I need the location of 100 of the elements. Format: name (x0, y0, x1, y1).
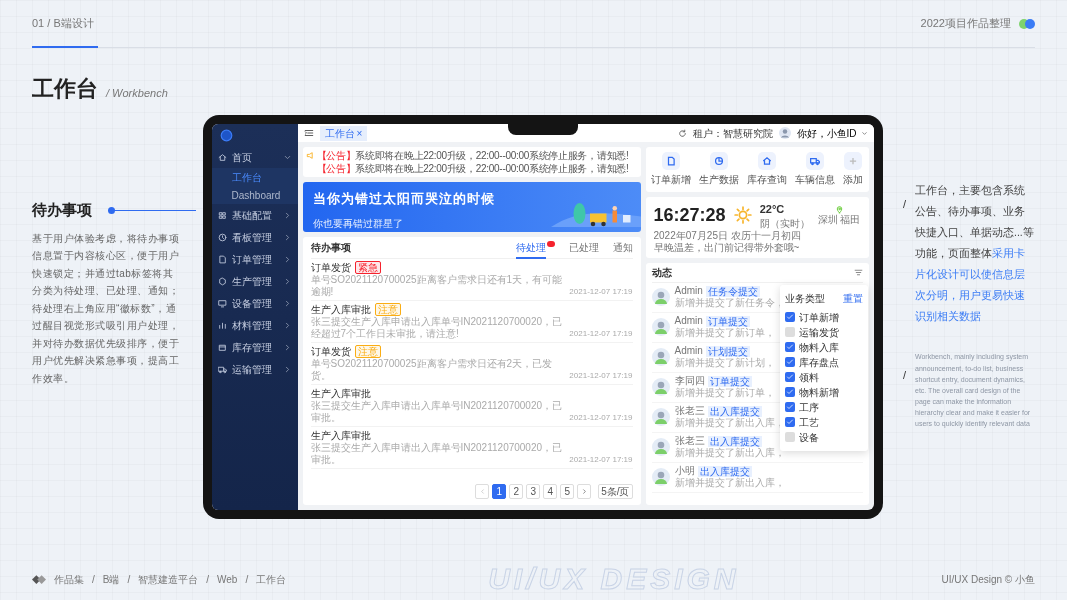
activity-tag: 订单提交 (705, 315, 750, 327)
breadcrumb-separator: / (92, 572, 95, 587)
shortcut-button[interactable]: 订单新增 (651, 152, 692, 187)
breadcrumb-item[interactable]: B端 (102, 571, 120, 587)
page-button[interactable]: 2 (509, 484, 524, 499)
megaphone-icon (305, 151, 315, 160)
page-button[interactable]: 3 (526, 484, 541, 499)
checkbox[interactable] (784, 402, 795, 412)
weather-tip: 早晚温差，出门前记得带外套哦~ (653, 241, 801, 254)
checkbox-label: 领料 (798, 370, 819, 385)
reset-button[interactable]: 重置 (842, 290, 863, 306)
activity-description: 新增并提交了新计划， (674, 357, 775, 369)
sidebar-label: 生产管理 (231, 274, 273, 289)
breadcrumb-separator: / (127, 572, 131, 587)
notice-text: 【公告】系统即将在晚上22:00升级，22:00--00:00系统停止服务，请知悉! (316, 149, 629, 162)
sidebar-item[interactable]: 基础配置 (211, 204, 298, 226)
breadcrumb-item[interactable]: 智慧建造平台 (138, 571, 199, 587)
check-icon (785, 313, 794, 321)
todo-title: 订单发货 (310, 261, 351, 274)
dual-dot-icon (1019, 18, 1035, 29)
sidebar-subitem[interactable]: Dashboard (211, 186, 298, 204)
pie-chart-icon (710, 152, 729, 170)
page-button[interactable]: 4 (543, 484, 558, 499)
todo-tab[interactable]: 已处理 (568, 236, 599, 259)
avatar-icon (651, 438, 670, 456)
checkbox[interactable] (784, 327, 795, 337)
todo-tab[interactable]: 通知 (612, 236, 633, 259)
bar-chart-icon (217, 320, 227, 330)
sidebar-label: 看板管理 (231, 230, 273, 245)
menu-icon[interactable] (303, 128, 314, 138)
weather-status: 阴（实时） (759, 217, 810, 230)
todo-tag: 注意 (354, 345, 381, 358)
page-button[interactable]: 1 (492, 484, 507, 499)
sidebar-subitem[interactable]: 工作台 (211, 168, 298, 186)
checkbox[interactable] (784, 387, 795, 397)
user-menu-button[interactable]: 你好，小鱼ID (796, 125, 868, 141)
avatar-icon[interactable] (778, 127, 791, 139)
activity-description: 新增并提交了新出入库， (674, 447, 785, 459)
clock-time: 16:27:28 (653, 204, 726, 227)
sidebar-label: 库存管理 (231, 340, 273, 355)
checkbox-label: 运输发货 (798, 325, 839, 340)
breadcrumb-item[interactable]: 工作台 (256, 571, 287, 587)
checkbox[interactable] (784, 432, 795, 442)
checkbox[interactable] (784, 357, 795, 367)
avatar-icon (651, 408, 670, 426)
page-size-select[interactable]: 5条/页 (598, 484, 633, 499)
document-icon (662, 152, 681, 170)
page-button[interactable]: 5 (560, 484, 575, 499)
diamond-icon (32, 574, 46, 584)
plus-icon (843, 152, 862, 170)
sidebar-item[interactable]: 订单管理 (211, 248, 298, 270)
checkbox[interactable] (784, 372, 795, 382)
house-icon (217, 152, 227, 162)
avatar-icon (651, 468, 670, 486)
sidebar-item[interactable]: 看板管理 (211, 226, 298, 248)
todo-description: 张三提交生产入库申请出入库单号IN2021120700020，已审批。 (310, 442, 564, 466)
todo-description: 单号SO2021120700025距离客户需求日还有1天，有可能逾期! (310, 274, 564, 298)
sidebar-item[interactable]: 库存管理 (211, 336, 298, 358)
sidebar-label: 首页 (231, 150, 253, 165)
todo-time: 2021-12-07 17:19 (569, 412, 633, 424)
checkbox-label: 设备 (798, 430, 819, 445)
workbench-tab[interactable]: 工作台 × (319, 125, 368, 141)
checkbox[interactable] (784, 312, 795, 322)
sidebar-item[interactable]: 设备管理 (211, 292, 298, 314)
slash-mark: / (903, 368, 908, 384)
activity-tag: 出入库提交 (707, 435, 762, 447)
sidebar-item[interactable]: 生产管理 (211, 270, 298, 292)
user-name: 张老三 (674, 435, 705, 447)
checkbox[interactable] (784, 417, 795, 427)
activity-tag: 出入库提交 (707, 405, 762, 417)
todo-description: 张三提交生产入库申请出入库单号IN2021120700020，已审批。 (310, 400, 564, 424)
breadcrumb-item[interactable]: Web (217, 571, 238, 587)
activity-description: 新增并提交了新任务令， (674, 297, 785, 309)
sidebar-item[interactable]: 运输管理 (211, 358, 298, 380)
sidebar-item[interactable]: 首页 (211, 146, 298, 168)
filter-title: 业务类型 (784, 291, 825, 306)
shortcut-button[interactable]: 生产数据 (699, 152, 740, 187)
refresh-icon[interactable] (677, 128, 687, 138)
box-icon (217, 342, 227, 352)
breadcrumb-item[interactable]: 作品集 (54, 571, 84, 587)
sidebar-label: 订单管理 (231, 252, 273, 267)
shortcut-button[interactable]: 车辆信息 (794, 152, 835, 187)
page-title: 工作台 (32, 75, 98, 103)
hexagon-icon (217, 276, 227, 286)
logo-icon (219, 128, 233, 142)
sidebar-label: 设备管理 (231, 296, 273, 311)
sidebar-item[interactable]: 材料管理 (211, 314, 298, 336)
caret-down-icon (860, 129, 868, 137)
activity-tag: 出入库提交 (697, 465, 752, 477)
avatar-icon (651, 288, 670, 306)
shortcut-button[interactable]: 库存查询 (747, 152, 787, 187)
todo-title: 生产入库审批 (310, 303, 371, 316)
header-accent-bar (32, 46, 98, 48)
location-pin-icon (834, 204, 844, 214)
notice-text: 【公告】系统即将在晚上22:00升级，22:00--00:00系统停止服务，请知悉! (316, 162, 629, 175)
filter-icon[interactable] (853, 267, 863, 277)
todo-tab[interactable]: 待处理 (515, 236, 546, 259)
shortcut-button[interactable]: 添加 (842, 152, 863, 187)
checkbox[interactable] (784, 342, 795, 352)
activity-description: 新增并提交了新订单， (674, 387, 775, 399)
